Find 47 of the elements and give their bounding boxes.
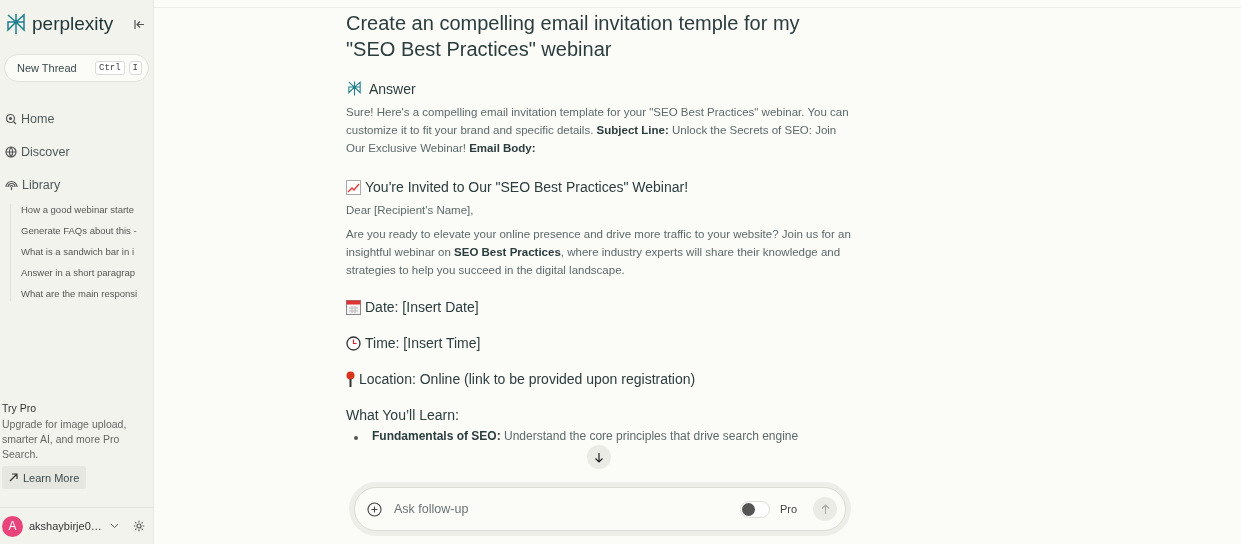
answer-heading: Location: Online (link to be provided upon registration) (359, 371, 696, 387)
library-thread-link[interactable]: Answer in a short paragrap (21, 267, 153, 280)
new-thread-button[interactable]: New Thread Ctrl I (4, 54, 149, 82)
answer-heading: Date: [Insert Date] (365, 299, 479, 315)
arrow-up-right-icon (9, 473, 18, 482)
promo-title: Try Pro (2, 402, 38, 414)
nav-item[interactable]: Home (5, 108, 148, 130)
pro-toggle[interactable] (739, 500, 770, 518)
chart-icon (346, 179, 361, 195)
follow-up-field[interactable]: Ask follow-up (392, 501, 730, 517)
arrow-down-icon (594, 451, 604, 463)
answer-label: Answer (369, 80, 416, 97)
chevron-down-icon[interactable] (110, 523, 119, 529)
arrow-up-icon (820, 504, 830, 514)
library-icon (5, 179, 18, 191)
library-thread-link[interactable]: What are the main responsi (21, 288, 153, 301)
question-title: Create an compelling email invitation temple for my "SEO Best Practices" webinar (346, 11, 801, 62)
answer-heading: You're Invited to Our "SEO Best Practices" Webinar! (365, 179, 689, 195)
answer-paragraph: Sure! Here's a compelling email invitation template for your "SEO Best Practices" webinar. You can customize it to fit your brand and specific details. Subject Line: Unlock the Secrets of SEO: Join Our Exclusive Webinar! Email Body: (346, 105, 850, 156)
library-thread-link[interactable]: What is a sandwich bar in i (21, 246, 153, 259)
clock-icon (346, 335, 361, 351)
pro-label: Pro (779, 503, 797, 515)
scroll-down-button[interactable] (587, 445, 611, 469)
library-thread-link[interactable]: How a good webinar starte (21, 204, 153, 217)
logo-icon (346, 80, 363, 97)
add-icon[interactable] (367, 501, 382, 517)
section-heading: What You’ll Learn: (346, 407, 460, 423)
promo-text: Upgrade for image upload, smarter AI, and more Pro Search. (2, 417, 128, 462)
collapse-icon[interactable] (134, 18, 145, 30)
answer-heading: Time: [Insert Time] (365, 335, 481, 351)
learn-more-button[interactable]: Learn More (2, 466, 87, 489)
pushpin-icon (346, 371, 355, 387)
nav-item[interactable]: Discover (5, 141, 148, 163)
list-item-text: Fundamentals of SEO: Understand the core principles that drive search engine (372, 429, 799, 443)
library-thread-link[interactable]: Generate FAQs about this - (21, 225, 153, 238)
user-name[interactable]: akshaybirje0… (27, 520, 106, 532)
nav-item[interactable]: Library (5, 174, 148, 196)
user-avatar[interactable]: A (2, 515, 23, 537)
answer-paragraph: Are you ready to elevate your online presence and drive more traffic to your website? Join us for an insightful webinar on SEO Best Practices, where industry experts will share their knowledge and strategies to help you succeed in the digital landscape. (346, 227, 852, 278)
search-icon (5, 113, 17, 125)
calendar-icon (346, 299, 361, 315)
brand-name: perplexity (32, 13, 115, 35)
globe-icon (5, 146, 17, 158)
settings-icon[interactable] (133, 520, 145, 532)
bullet (354, 436, 358, 440)
answer-paragraph: Dear [Recipient's Name], (346, 203, 475, 218)
logo-icon (4, 12, 28, 36)
